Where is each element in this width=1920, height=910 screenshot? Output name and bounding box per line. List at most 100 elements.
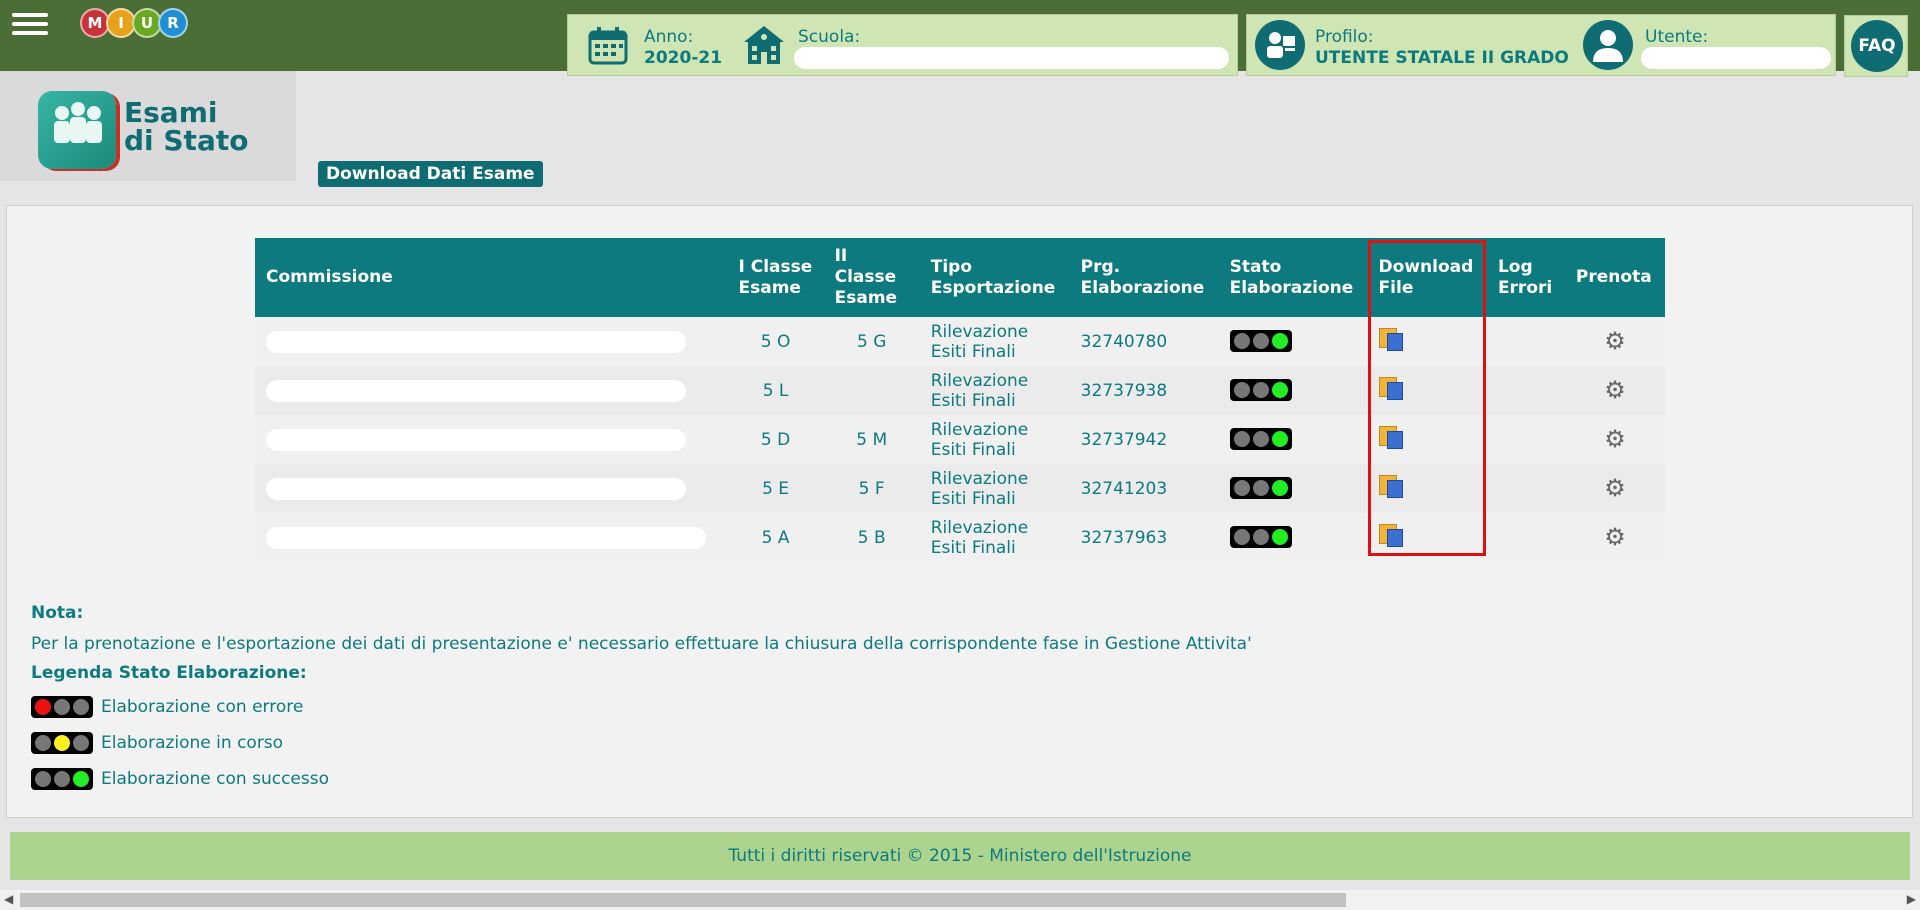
header-tipo: Tipo Esportazione — [919, 238, 1070, 317]
nota-text: Per la prenotazione e l'esportazione dei… — [31, 634, 1252, 654]
prg-cell: 32741203 — [1069, 464, 1219, 513]
i-classe-cell: 5 L — [727, 366, 824, 415]
ii-classe-cell: 5 B — [823, 513, 920, 562]
tipo-cell: Rilevazione Esiti Finali — [919, 464, 1070, 513]
anno-scuola-box: Anno: 2020-21 Scuola: — [567, 14, 1238, 76]
download-dati-esame-button[interactable]: Download Dati Esame — [318, 161, 543, 187]
header-prenota: Prenota — [1564, 238, 1665, 317]
legenda-title: Legenda Stato Elaborazione: — [31, 663, 307, 683]
top-bar: M I U R Anno: 2020-21 Scuola: Profilo: U… — [0, 0, 1920, 77]
scuola-label: Scuola: — [798, 27, 861, 47]
stato-cell — [1218, 415, 1368, 464]
legenda-label: Elaborazione con successo — [101, 769, 329, 789]
ii-classe-cell: 5 G — [823, 317, 920, 366]
prg-cell: 32737963 — [1069, 513, 1219, 562]
nota-title: Nota: — [31, 603, 84, 623]
profilo-utente-box: Profilo: UTENTE STATALE II GRADO Utente: — [1246, 14, 1836, 76]
prenota-cell: ⚙ — [1564, 317, 1665, 366]
stato-cell — [1218, 317, 1368, 366]
profile-icon — [1255, 20, 1305, 70]
stato-cell — [1218, 464, 1368, 513]
log-cell — [1486, 513, 1565, 562]
traffic-light-success-icon — [1229, 476, 1292, 499]
miur-logo: M I U R — [80, 8, 188, 38]
legenda-item-errore: Elaborazione con errore — [31, 696, 303, 718]
tipo-cell: Rilevazione Esiti Finali — [919, 366, 1070, 415]
main-panel: Commissione I Classe Esame II Classe Esa… — [6, 205, 1913, 818]
horizontal-scrollbar[interactable]: ◀ ▶ — [0, 890, 1920, 910]
i-classe-cell: 5 D — [727, 415, 824, 464]
calendar-icon — [588, 27, 628, 65]
legenda-item-successo: Elaborazione con successo — [31, 768, 329, 790]
prg-cell: 32737942 — [1069, 415, 1219, 464]
app-title-line1: Esami — [124, 96, 218, 129]
traffic-light-success-icon — [1229, 525, 1292, 548]
i-classe-cell: 5 E — [727, 464, 824, 513]
log-cell — [1486, 366, 1565, 415]
prenota-cell: ⚙ — [1564, 366, 1665, 415]
log-cell — [1486, 415, 1565, 464]
commissione-redacted — [266, 477, 686, 500]
header-commissione: Commissione — [255, 238, 728, 317]
app-title-line2: di Stato — [124, 124, 249, 157]
traffic-light-success-icon — [31, 768, 93, 790]
header-log: Log Errori — [1486, 238, 1565, 317]
utente-label: Utente: — [1645, 27, 1709, 47]
faq-box: FAQ — [1844, 15, 1908, 77]
utente-redacted — [1641, 47, 1831, 69]
legenda-label: Elaborazione in corso — [101, 733, 284, 753]
commissione-cell — [255, 317, 728, 366]
ii-classe-cell: 5 F — [823, 464, 920, 513]
footer-text: Tutti i diritti riservati © 2015 - Minis… — [728, 846, 1192, 866]
scuola-redacted — [794, 47, 1229, 69]
hamburger-icon[interactable] — [12, 8, 48, 38]
app-logo-box: Esami di Stato — [0, 71, 296, 181]
gear-icon[interactable]: ⚙ — [1604, 427, 1626, 451]
stato-cell — [1218, 366, 1368, 415]
traffic-light-success-icon — [1229, 427, 1292, 450]
traffic-light-error-icon — [31, 696, 93, 718]
commissione-cell — [255, 513, 728, 562]
header-stato: Stato Elaborazione — [1218, 238, 1368, 317]
stato-cell — [1218, 513, 1368, 562]
commissione-redacted — [266, 428, 686, 451]
profilo-value: UTENTE STATALE II GRADO — [1315, 48, 1569, 68]
prg-cell: 32740780 — [1069, 317, 1219, 366]
anno-value: 2020-21 — [644, 48, 723, 68]
traffic-light-success-icon — [1229, 378, 1292, 401]
commissione-cell — [255, 464, 728, 513]
legenda-item-in-corso: Elaborazione in corso — [31, 732, 283, 754]
profilo-label: Profilo: — [1315, 27, 1374, 47]
header-prg: Prg. Elaborazione — [1069, 238, 1219, 317]
prenota-cell: ⚙ — [1564, 513, 1665, 562]
scrollbar-thumb[interactable] — [20, 893, 1346, 907]
prg-cell: 32737938 — [1069, 366, 1219, 415]
log-cell — [1486, 464, 1565, 513]
anno-label: Anno: — [644, 27, 694, 47]
gear-icon[interactable]: ⚙ — [1604, 525, 1626, 549]
i-classe-cell: 5 O — [727, 317, 824, 366]
people-icon — [38, 91, 116, 169]
i-classe-cell: 5 A — [727, 513, 824, 562]
traffic-light-progress-icon — [31, 732, 93, 754]
prenota-cell: ⚙ — [1564, 464, 1665, 513]
gear-icon[interactable]: ⚙ — [1604, 378, 1626, 402]
gear-icon[interactable]: ⚙ — [1604, 329, 1626, 353]
scroll-right-icon[interactable]: ▶ — [1907, 892, 1916, 906]
traffic-light-success-icon — [1229, 329, 1292, 352]
footer: Tutti i diritti riservati © 2015 - Minis… — [10, 832, 1910, 880]
app-title: Esami di Stato — [124, 99, 248, 155]
commissione-redacted — [266, 526, 706, 549]
faq-button[interactable]: FAQ — [1851, 20, 1903, 72]
school-icon — [744, 26, 784, 64]
scroll-left-icon[interactable]: ◀ — [4, 892, 13, 906]
tipo-cell: Rilevazione Esiti Finali — [919, 513, 1070, 562]
header-i-classe: I Classe Esame — [727, 238, 824, 317]
commissione-redacted — [266, 379, 686, 402]
user-icon — [1583, 20, 1633, 70]
logo-letter-r: R — [158, 8, 188, 38]
prenota-cell: ⚙ — [1564, 415, 1665, 464]
gear-icon[interactable]: ⚙ — [1604, 476, 1626, 500]
ii-classe-cell: 5 M — [823, 415, 920, 464]
commissione-cell — [255, 366, 728, 415]
